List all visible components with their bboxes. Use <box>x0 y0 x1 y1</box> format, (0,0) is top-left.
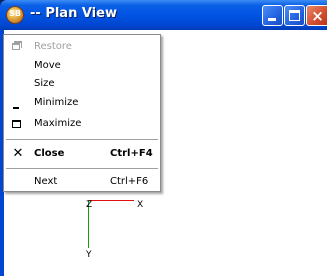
menu-item-label: Next <box>34 176 58 187</box>
y-axis-label: Y <box>86 250 92 260</box>
menu-item-next[interactable]: Next Ctrl+F6 <box>4 174 160 192</box>
maximize-icon <box>12 120 21 128</box>
menu-item-label: Maximize <box>34 118 82 129</box>
minimize-button[interactable] <box>262 5 283 26</box>
menu-item-restore[interactable]: Restore <box>4 39 160 57</box>
close-icon: ✕ <box>12 146 24 161</box>
close-icon: × <box>311 7 324 25</box>
menu-item-shortcut: Ctrl+F6 <box>110 176 149 187</box>
menu-item-label: Size <box>34 78 55 89</box>
menu-item-close[interactable]: ✕ Close Ctrl+F4 <box>4 146 160 164</box>
menu-separator <box>6 139 158 140</box>
menu-separator <box>6 168 158 169</box>
maximize-icon <box>289 10 300 21</box>
menu-item-move[interactable]: Move <box>4 58 160 76</box>
minimize-icon <box>13 107 19 109</box>
x-axis-label: X <box>137 200 144 210</box>
app-icon-text: SB <box>9 9 21 18</box>
system-menu: Restore Move Size Minimize Maximize ✕ Cl… <box>3 34 161 192</box>
menu-item-shortcut: Ctrl+F4 <box>110 148 153 159</box>
menu-item-size[interactable]: Size <box>4 76 160 94</box>
menu-item-label: Minimize <box>34 97 79 108</box>
app-logo-icon[interactable]: SB <box>7 7 23 23</box>
window: SB -- Plan View × Z X Y Restore Move Siz… <box>0 0 327 276</box>
maximize-button[interactable] <box>284 5 305 26</box>
menu-item-maximize[interactable]: Maximize <box>4 116 160 134</box>
menu-item-label: Restore <box>34 41 72 52</box>
x-axis-line <box>88 200 134 201</box>
menu-item-minimize[interactable]: Minimize <box>4 95 160 113</box>
close-button[interactable]: × <box>306 5 327 26</box>
minimize-icon <box>268 18 276 21</box>
z-axis-label: Z <box>86 200 93 210</box>
menu-item-label: Close <box>34 148 65 159</box>
window-title: -- Plan View <box>30 6 117 21</box>
restore-icon <box>12 43 20 50</box>
title-bar[interactable]: SB -- Plan View × <box>0 0 327 30</box>
menu-item-label: Move <box>34 60 61 71</box>
